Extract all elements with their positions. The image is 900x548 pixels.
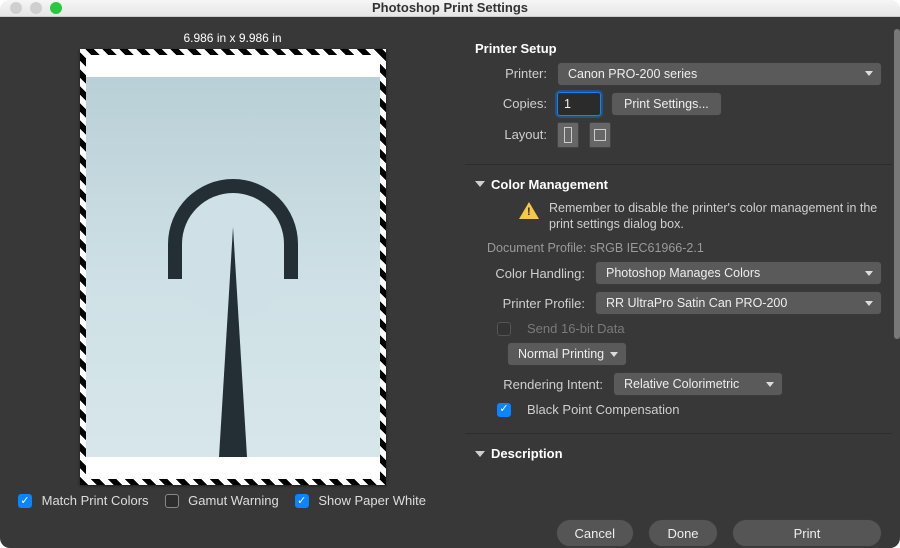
printer-label: Printer:	[485, 66, 547, 81]
layout-label: Layout:	[485, 127, 547, 142]
section-header[interactable]: Description	[475, 446, 882, 461]
warning-text: Remember to disable the printer's color …	[549, 200, 882, 234]
checkbox-icon[interactable]	[18, 494, 32, 508]
dropdown-value: Relative Colorimetric	[624, 377, 739, 391]
description-section: Description	[465, 434, 892, 475]
dialog-footer: Cancel Done Print	[0, 518, 900, 548]
document-profile: Document Profile: sRGB IEC61966-2.1	[487, 241, 882, 255]
settings-pane: Printer Setup Printer: Canon PRO-200 ser…	[465, 17, 900, 519]
send-16bit-label: Send 16-bit Data	[527, 321, 625, 336]
printer-profile-label: Printer Profile:	[485, 296, 585, 311]
color-management-section: Color Management Remember to disable the…	[465, 165, 892, 435]
paper-preview[interactable]	[80, 49, 386, 485]
match-print-colors-option[interactable]: Match Print Colors	[18, 493, 149, 509]
color-handling-dropdown[interactable]: Photoshop Manages Colors	[595, 261, 882, 285]
dropdown-value: Canon PRO-200 series	[568, 67, 697, 81]
scrollbar-thumb[interactable]	[894, 29, 900, 339]
window-title: Photoshop Print Settings	[0, 0, 900, 15]
label-text: Gamut Warning	[188, 493, 279, 508]
dropdown-value: Photoshop Manages Colors	[606, 266, 760, 280]
section-title: Printer Setup	[475, 41, 557, 56]
dropdown-value: Normal Printing	[518, 347, 604, 361]
done-button[interactable]: Done	[648, 519, 718, 547]
rendering-intent-label: Rendering Intent:	[485, 377, 603, 392]
gamut-warning-option[interactable]: Gamut Warning	[165, 493, 279, 509]
label-text: Match Print Colors	[42, 493, 149, 508]
settings-panel: Printer Setup Printer: Canon PRO-200 ser…	[465, 29, 892, 476]
layout-landscape-icon[interactable]	[589, 122, 611, 148]
label-text: Document Profile:	[487, 241, 586, 255]
section-title: Description	[491, 446, 563, 461]
input-value: 1	[564, 97, 571, 111]
printer-dropdown[interactable]: Canon PRO-200 series	[557, 62, 882, 86]
dialog-body: 6.986 in x 9.986 in Match Print Colors	[0, 17, 900, 519]
scrollbar[interactable]	[894, 29, 900, 507]
paper-dimensions: 6.986 in x 9.986 in	[18, 31, 447, 45]
button-label: Print Settings...	[624, 97, 709, 111]
copies-label: Copies:	[485, 96, 547, 111]
printer-setup-section: Printer Setup Printer: Canon PRO-200 ser…	[465, 29, 892, 165]
checkbox-icon[interactable]	[497, 403, 511, 417]
color-handling-label: Color Handling:	[485, 266, 585, 281]
preview-canvas-wrap	[18, 49, 447, 485]
layout-portrait-icon[interactable]	[557, 122, 579, 148]
rendering-intent-dropdown[interactable]: Relative Colorimetric	[613, 372, 783, 396]
printing-mode-dropdown[interactable]: Normal Printing	[507, 342, 627, 366]
copies-input[interactable]: 1	[557, 92, 601, 116]
checkbox-icon	[497, 322, 511, 336]
preview-options: Match Print Colors Gamut Warning Show Pa…	[18, 493, 447, 509]
warning-icon	[519, 202, 539, 219]
print-button[interactable]: Print	[732, 519, 882, 547]
button-label: Cancel	[575, 526, 615, 541]
button-label: Print	[794, 526, 821, 541]
chevron-down-icon	[475, 181, 485, 187]
section-header[interactable]: Printer Setup	[475, 41, 882, 56]
preview-image	[86, 77, 380, 457]
preview-pane: 6.986 in x 9.986 in Match Print Colors	[0, 17, 465, 519]
profile-value: sRGB IEC61966-2.1	[590, 241, 704, 255]
dropdown-value: RR UltraPro Satin Can PRO-200	[606, 296, 787, 310]
checkbox-icon[interactable]	[295, 494, 309, 508]
color-warning: Remember to disable the printer's color …	[519, 200, 882, 234]
black-point-comp-label: Black Point Compensation	[527, 402, 679, 417]
show-paper-white-option[interactable]: Show Paper White	[295, 493, 426, 509]
section-header[interactable]: Color Management	[475, 177, 882, 192]
button-label: Done	[667, 526, 698, 541]
section-title: Color Management	[491, 177, 608, 192]
window: Photoshop Print Settings 6.986 in x 9.98…	[0, 0, 900, 548]
cancel-button[interactable]: Cancel	[556, 519, 634, 547]
printer-profile-dropdown[interactable]: RR UltraPro Satin Can PRO-200	[595, 291, 882, 315]
label-text: Show Paper White	[318, 493, 426, 508]
chevron-down-icon	[475, 451, 485, 457]
preview-shape	[219, 227, 247, 457]
checkbox-icon[interactable]	[165, 494, 179, 508]
titlebar: Photoshop Print Settings	[0, 0, 900, 17]
print-settings-button[interactable]: Print Settings...	[611, 92, 722, 116]
